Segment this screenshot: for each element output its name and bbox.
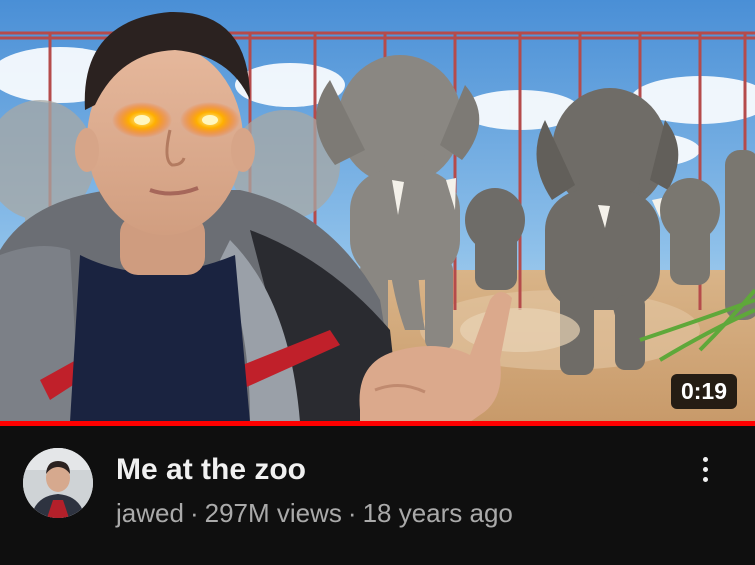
channel-avatar[interactable] bbox=[23, 448, 93, 518]
dot bbox=[702, 476, 708, 482]
separator: · bbox=[347, 498, 357, 528]
view-count: 297M views bbox=[204, 498, 342, 528]
more-vert-icon[interactable] bbox=[690, 452, 720, 486]
dot bbox=[702, 466, 708, 472]
video-metadata: Me at the zoo jawed · 297M views · 18 years … bbox=[0, 426, 755, 565]
duration-badge: 0:19 bbox=[670, 374, 737, 409]
separator: · bbox=[189, 498, 199, 528]
video-thumbnail[interactable] bbox=[0, 0, 755, 422]
thumbnail-image bbox=[0, 0, 755, 422]
upload-age: 18 years ago bbox=[362, 498, 513, 528]
avatar-image bbox=[23, 448, 93, 518]
channel-name[interactable]: jawed bbox=[116, 498, 184, 528]
dot bbox=[702, 456, 708, 462]
video-subline: jawed · 297M views · 18 years ago bbox=[116, 498, 513, 529]
video-title[interactable]: Me at the zoo bbox=[116, 453, 306, 487]
